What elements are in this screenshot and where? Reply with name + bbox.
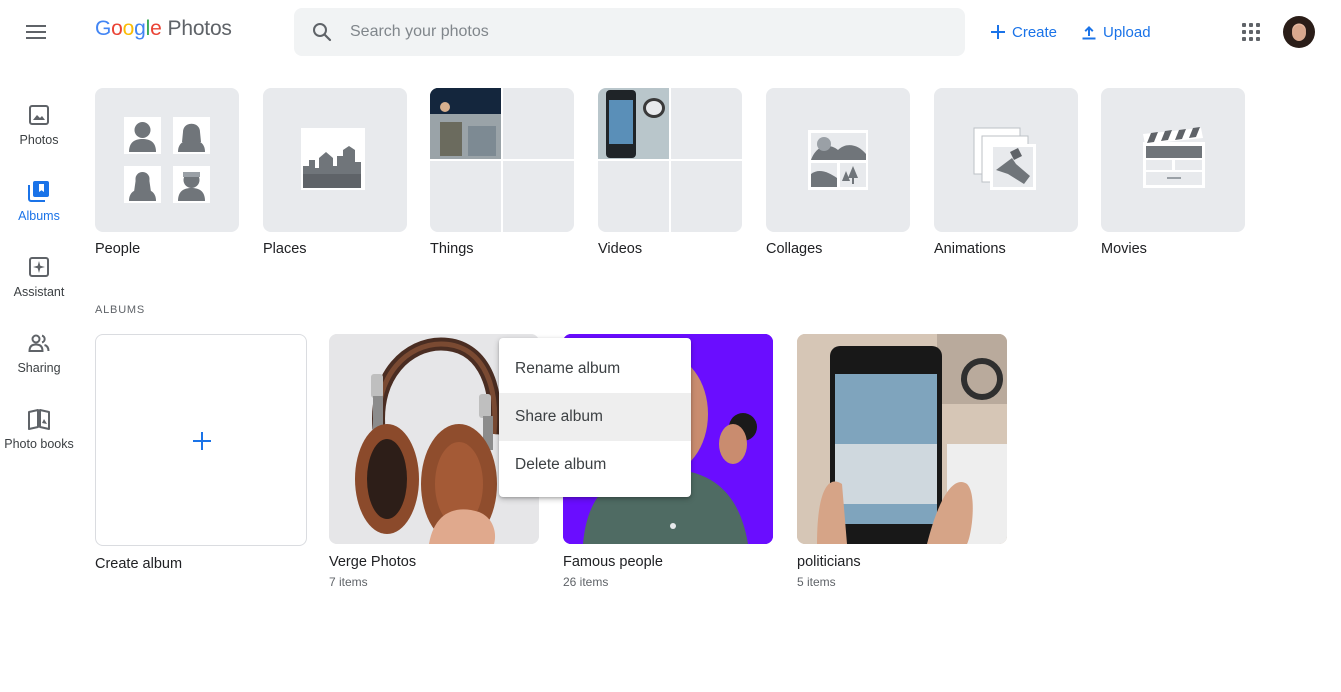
logo-letter: o xyxy=(111,17,123,40)
album-context-menu: Rename album Share album Delete album xyxy=(499,338,691,497)
rename-album-menu-item[interactable]: Rename album xyxy=(499,345,691,393)
collages-placeholder-icon xyxy=(808,130,868,190)
plus-icon xyxy=(193,432,211,450)
category-label-movies[interactable]: Movies xyxy=(1101,241,1147,257)
category-label-places[interactable]: Places xyxy=(263,241,307,257)
category-label-animations[interactable]: Animations xyxy=(934,241,1006,257)
logo-letter: G xyxy=(95,17,112,40)
create-button[interactable]: Create xyxy=(989,20,1057,44)
search-icon[interactable] xyxy=(310,20,334,44)
category-label-collages[interactable]: Collages xyxy=(766,241,822,257)
google-photos-logo[interactable]: Google Photos xyxy=(95,17,232,41)
upload-icon xyxy=(1080,23,1098,41)
delete-album-menu-item[interactable]: Delete album xyxy=(499,441,691,489)
category-tile-animations[interactable] xyxy=(934,88,1078,232)
main-menu-button[interactable] xyxy=(20,17,52,47)
hamburger-menu-icon xyxy=(26,25,46,39)
category-tile-people[interactable] xyxy=(95,88,239,232)
upload-button[interactable]: Upload xyxy=(1080,20,1151,44)
album-cover-politicians[interactable] xyxy=(797,334,1007,544)
nav-item-assistant[interactable]: Assistant xyxy=(0,248,78,314)
category-tile-movies[interactable] xyxy=(1101,88,1245,232)
assistant-icon xyxy=(29,257,49,277)
movies-placeholder-icon xyxy=(1143,127,1205,188)
apps-grid-icon[interactable] xyxy=(1240,21,1262,43)
albums-section-title: ALBUMS xyxy=(95,304,146,316)
nav-item-sharing[interactable]: Sharing xyxy=(0,324,78,390)
albums-icon xyxy=(28,181,49,202)
nav-label: Sharing xyxy=(17,361,61,375)
people-placeholder-icon xyxy=(124,117,210,203)
nav-label: Albums xyxy=(18,209,60,223)
create-label: Create xyxy=(1012,23,1058,41)
album-count-politicians: 5 items xyxy=(797,575,836,589)
share-album-menu-item[interactable]: Share album xyxy=(499,393,691,441)
places-placeholder-icon xyxy=(301,128,365,190)
category-label-videos[interactable]: Videos xyxy=(598,241,642,257)
account-avatar[interactable] xyxy=(1283,16,1315,48)
nav-item-photo-books[interactable]: Photo books xyxy=(0,400,78,466)
photo-icon xyxy=(29,105,49,125)
album-count-verge-photos: 7 items xyxy=(329,575,368,589)
animations-placeholder-icon xyxy=(973,127,1036,190)
album-title-famous-people[interactable]: Famous people xyxy=(563,554,663,570)
photo-book-icon xyxy=(28,409,50,430)
logo-letter: g xyxy=(134,17,146,40)
sharing-icon xyxy=(28,334,50,352)
category-tile-collages[interactable] xyxy=(766,88,910,232)
album-title-politicians[interactable]: politicians xyxy=(797,554,861,570)
category-tile-videos[interactable] xyxy=(598,88,742,232)
category-tile-places[interactable] xyxy=(263,88,407,232)
create-album-label[interactable]: Create album xyxy=(95,556,182,572)
album-count-famous-people: 26 items xyxy=(563,575,609,589)
create-album-card[interactable] xyxy=(95,334,307,546)
category-label-things[interactable]: Things xyxy=(430,241,474,257)
nav-label: Assistant xyxy=(13,285,65,299)
phone-photo xyxy=(797,334,1007,544)
album-title-verge-photos[interactable]: Verge Photos xyxy=(329,554,416,570)
nav-label: Photo books xyxy=(4,437,74,451)
nav-item-photos[interactable]: Photos xyxy=(0,96,78,162)
nav-item-albums[interactable]: Albums xyxy=(0,172,78,238)
category-label-people[interactable]: People xyxy=(95,241,140,257)
logo-letter: e xyxy=(150,17,162,40)
logo-product-name: Photos xyxy=(167,17,232,40)
nav-label: Photos xyxy=(19,133,59,147)
logo-letter: o xyxy=(122,17,135,40)
search-bar[interactable] xyxy=(294,8,965,56)
category-tile-things[interactable] xyxy=(430,88,574,232)
top-bar: Google Photos Create Upload xyxy=(0,0,1341,64)
upload-label: Upload xyxy=(1103,23,1151,41)
plus-icon xyxy=(989,23,1007,41)
search-input[interactable] xyxy=(350,8,940,56)
